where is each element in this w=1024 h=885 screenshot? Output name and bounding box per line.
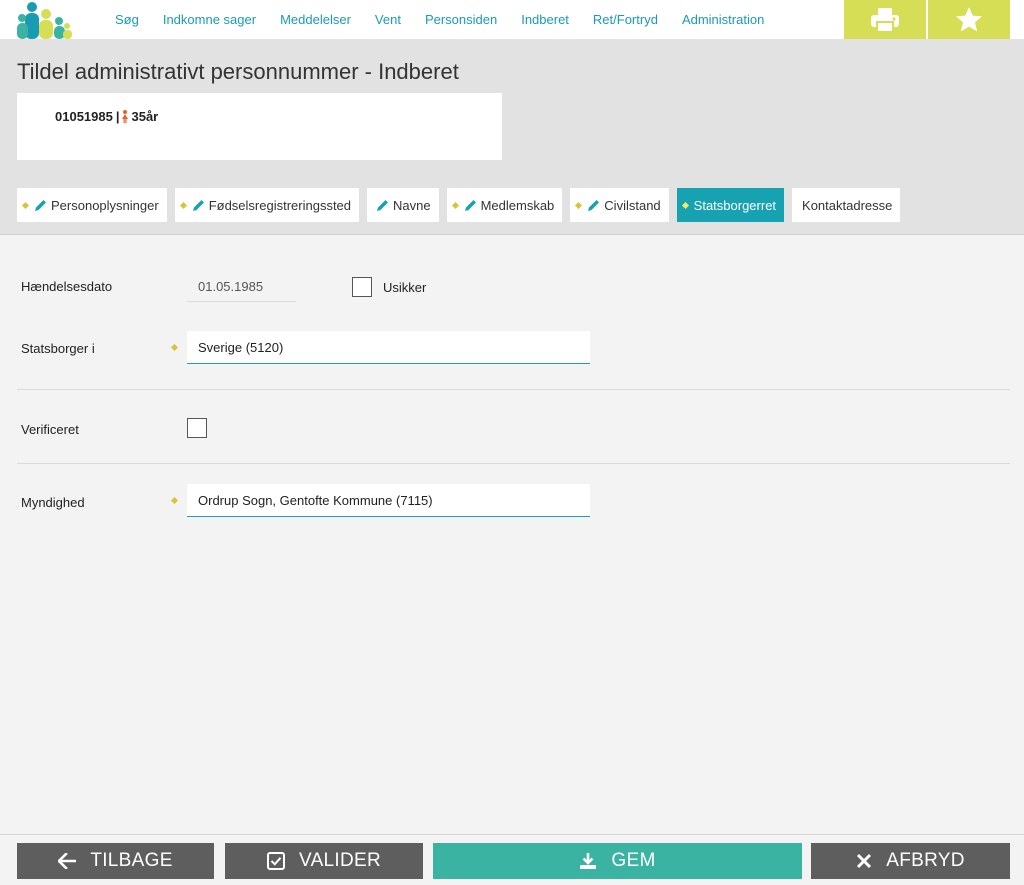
required-dot — [170, 496, 179, 505]
back-button[interactable]: TILBAGE — [17, 843, 214, 879]
save-label: GEM — [611, 850, 656, 871]
nav-soeg[interactable]: Søg — [115, 12, 139, 27]
tab-label: Statsborgerret — [693, 197, 777, 213]
citizen-label: Statsborger i — [21, 341, 95, 356]
uncertain-label: Usikker — [383, 280, 427, 295]
tab-foedselsregistreringssted[interactable]: Fødselsregistreringssted — [174, 188, 360, 222]
save-button[interactable]: GEM — [433, 843, 802, 879]
nav-indkomne-sager[interactable]: Indkomne sager — [163, 12, 256, 27]
required-dot — [575, 201, 583, 209]
tab-personoplysninger[interactable]: Personoplysninger — [17, 188, 167, 222]
tab-medlemskab[interactable]: Medlemskab — [446, 188, 563, 222]
divider — [17, 463, 1010, 464]
print-button[interactable] — [844, 0, 926, 39]
pencil-icon — [192, 199, 205, 212]
required-dot — [21, 201, 30, 209]
nav-meddelelser[interactable]: Meddelelser — [280, 12, 351, 27]
person-summary: 01051985 | 35år — [55, 109, 158, 124]
required-dot — [179, 201, 187, 209]
person-id: 01051985 — [55, 109, 113, 124]
tab-label: Civilstand — [604, 197, 661, 213]
checkbox-check-icon — [267, 852, 285, 870]
nav-indberet[interactable]: Indberet — [521, 12, 569, 27]
verified-checkbox[interactable] — [187, 418, 207, 438]
authority-input[interactable] — [187, 484, 590, 517]
event-date-value: 01.05.1985 — [187, 272, 296, 302]
nav-vent[interactable]: Vent — [375, 12, 401, 27]
back-label: TILBAGE — [90, 850, 173, 871]
tab-label: Medlemskab — [480, 197, 555, 213]
validate-button[interactable]: VALIDER — [225, 843, 423, 879]
pencil-icon — [376, 199, 389, 212]
validate-label: VALIDER — [299, 850, 381, 871]
tab-label: Personoplysninger — [51, 197, 159, 213]
pencil-icon — [587, 199, 600, 212]
verified-label: Verificeret — [21, 422, 79, 437]
divider — [17, 389, 1010, 390]
pencil-icon — [34, 199, 47, 212]
tab-statsborgerret[interactable]: Statsborgerret — [676, 188, 785, 222]
printer-icon — [871, 7, 899, 33]
nav-personsiden[interactable]: Personsiden — [425, 12, 497, 27]
section-tabs: Personoplysninger Fødselsregistreringsst… — [17, 188, 908, 222]
uncertain-checkbox[interactable] — [352, 277, 372, 297]
tab-label: Fødselsregistreringssted — [208, 197, 352, 213]
required-dot — [451, 201, 459, 209]
citizen-input[interactable] — [187, 331, 590, 364]
download-icon — [579, 852, 597, 870]
page-title: Tildel administrativt personnummer - Ind… — [17, 59, 459, 84]
required-dot — [681, 201, 689, 209]
tab-navne[interactable]: Navne — [367, 188, 439, 222]
close-icon — [856, 853, 872, 869]
tab-kontaktadresse[interactable]: Kontaktadresse — [792, 188, 901, 222]
female-person-icon — [122, 110, 129, 123]
arrow-left-icon — [58, 853, 77, 869]
top-bar: Søg Indkomne sager Meddelelser Vent Pers… — [0, 0, 1024, 39]
tab-civilstand[interactable]: Civilstand — [570, 188, 669, 222]
cancel-button[interactable]: AFBRYD — [811, 843, 1010, 879]
event-date-label: Hændelsesdato — [21, 279, 113, 294]
favorite-button[interactable] — [928, 0, 1010, 39]
tab-label: Navne — [393, 197, 431, 213]
people-logo-icon[interactable] — [16, 0, 72, 39]
nav-administration[interactable]: Administration — [682, 12, 764, 27]
page-header: Tildel administrativt personnummer - Ind… — [0, 39, 1024, 235]
person-card: 01051985 | 35år — [17, 93, 502, 160]
required-dot — [170, 343, 179, 352]
person-separator: | — [115, 109, 120, 124]
pencil-icon — [464, 199, 477, 212]
authority-label: Myndighed — [21, 495, 85, 510]
star-icon — [956, 7, 982, 32]
person-age: 35år — [131, 109, 159, 124]
footer-bar: TILBAGE VALIDER GEM AFBRYD — [0, 834, 1024, 885]
main-nav: Søg Indkomne sager Meddelelser Vent Pers… — [103, 0, 776, 39]
tab-label: Kontaktadresse — [802, 197, 893, 213]
nav-ret-fortryd[interactable]: Ret/Fortryd — [593, 12, 658, 27]
cancel-label: AFBRYD — [886, 850, 965, 871]
